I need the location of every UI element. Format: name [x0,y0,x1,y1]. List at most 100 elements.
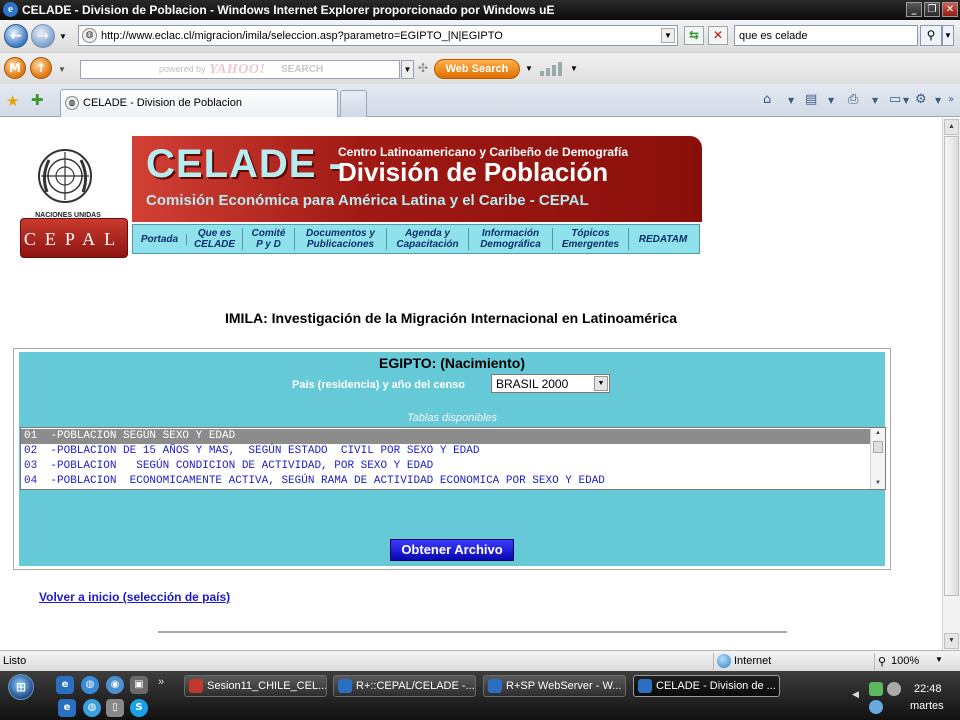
nav-que-es-celade[interactable]: Que es CELADE [187,228,243,250]
nav-comite[interactable]: Comité P y D [243,228,295,250]
yahoo-toolbar: M ↑ ▼ powered by YAHOO! SEARCH ▼ ✣ Web S… [0,52,960,84]
browser-quicklaunch-icon[interactable]: ◍ [81,676,99,694]
search-provider-dropdown-icon[interactable]: ▼ [942,25,954,46]
search-input[interactable]: que es celade [734,25,918,46]
list-item[interactable]: 02 -POBLACION DE 15 AÑOS Y MAS, SEGÚN ES… [21,444,870,459]
ie-icon [338,679,352,693]
feeds-dropdown-icon[interactable]: ▼ [828,96,834,105]
selection-panel-body: EGIPTO: (Nacimiento) País (residencia) y… [19,352,886,566]
page-scrollbar[interactable]: ▲ ▼ [942,118,960,650]
ie-tray-launch-icon[interactable]: e [58,699,76,717]
feeds-icon[interactable]: ▤ [805,92,817,107]
search-button[interactable]: ⚲ [920,25,942,46]
address-url[interactable]: http://www.eclac.cl/migracion/imila/sele… [101,30,503,42]
taskbar-item-rsp-webserver[interactable]: R+SP WebServer - W... [483,675,626,697]
scroll-down-icon[interactable]: ▼ [871,478,885,489]
print-dropdown-icon[interactable]: ▼ [872,96,878,105]
connection-icon[interactable] [869,700,883,714]
bars-dropdown-icon[interactable]: ▼ [570,64,578,73]
list-scrollbar[interactable]: ▲ ▼ [870,428,885,489]
print-icon[interactable]: ⎙ [848,92,858,107]
list-scroll-thumb[interactable] [873,441,883,453]
zoom-magnifier-icon: ⚲ [878,656,887,668]
page-menu-icon[interactable]: ▭ [889,92,901,107]
address-dropdown-icon[interactable]: ▼ [661,28,675,43]
banner-cepal-line: Comisión Económica para América Latina y… [146,192,589,209]
messenger-icon[interactable]: M [4,57,26,79]
chevron-down-icon[interactable]: ▼ [594,376,608,391]
start-button[interactable]: ⊞ [8,674,34,700]
favorites-star-icon[interactable]: ★ [6,92,19,110]
tools-dropdown-icon[interactable]: ▼ [935,96,941,105]
close-button[interactable]: ✕ [942,2,958,17]
un-emblem-icon [38,149,92,203]
network-icon[interactable] [869,682,883,696]
tables-listbox[interactable]: 01 -POBLACION SEGÚN SEXO Y EDAD 02 -POBL… [20,427,886,490]
list-item[interactable]: 01 -POBLACION SEGÚN SEXO Y EDAD [21,429,870,444]
minimize-icon: _ [911,4,917,15]
list-item[interactable]: 04 -POBLACION ECONOMICAMENTE ACTIVA, SEG… [21,474,870,489]
signal-bars-icon[interactable] [540,62,570,76]
media-quicklaunch-icon[interactable]: ◉ [106,676,124,694]
yahoo-menu-dropdown-icon[interactable]: ▼ [58,65,66,74]
nav-portada[interactable]: Portada [133,233,187,245]
page-favicon-icon: ◍ [82,28,97,43]
volume-icon[interactable] [887,682,901,696]
search-input-value[interactable]: que es celade [739,30,808,42]
ie-quicklaunch-icon[interactable]: e [56,676,74,694]
back-button[interactable]: ← [4,24,28,48]
page-title: IMILA: Investigación de la Migración Int… [225,310,677,326]
cepal-logo[interactable]: CEPAL [20,218,128,258]
yahoo-powered-by: powered by [159,64,206,74]
taskbar-item-sesion11[interactable]: Sesion11_CHILE_CEL... [184,675,327,697]
list-item[interactable]: 03 -POBLACION SEGÚN CONDICION DE ACTIVID… [21,459,870,474]
stop-button[interactable]: ✕ [708,26,728,45]
nav-agenda[interactable]: Agenda y Capacitación [387,228,469,250]
toolbar-overflow-icon[interactable]: » [948,94,954,105]
zoom-control[interactable]: ⚲ 100% ▼ [874,653,958,670]
nav-redatam[interactable]: REDATAM [629,234,697,245]
scroll-down-icon[interactable]: ▼ [944,633,959,649]
scroll-thumb[interactable] [944,136,959,596]
forward-button[interactable]: → [31,24,55,48]
tools-gear-icon[interactable]: ⚙ [915,92,927,107]
census-select[interactable]: BRASIL 2000 ▼ [491,374,610,393]
obtain-file-button[interactable]: Obtener Archivo [390,539,514,561]
back-to-start-link[interactable]: Volver a inicio (selección de país) [39,590,230,604]
logo-block: NACIONES UNIDAS CEPAL [4,140,132,258]
tab-celade[interactable]: ◍ CELADE - Division de Poblacion [60,89,338,117]
browser-window: e CELADE - Division de Poblacion - Windo… [0,0,960,720]
add-favorite-icon[interactable]: ✚ [31,91,44,109]
address-field[interactable]: ◍ http://www.eclac.cl/migracion/imila/se… [78,25,678,46]
scroll-up-icon[interactable]: ▲ [944,119,959,135]
taskbar-item-rcepal[interactable]: R+::CEPAL/CELADE -... [333,675,476,697]
scroll-up-icon[interactable]: ▲ [871,428,885,439]
device-launch-icon[interactable]: ▯ [106,699,124,717]
security-zone[interactable]: Internet [713,653,873,670]
refresh-button[interactable]: ⇆ [684,26,704,45]
zoom-dropdown-icon[interactable]: ▼ [935,655,943,664]
skype-icon[interactable]: S [130,699,148,717]
nav-informacion[interactable]: Información Demográfica [469,228,553,250]
tray-expand-icon[interactable]: ◀ [852,689,859,700]
web-search-button[interactable]: Web Search [434,59,520,79]
home-dropdown-icon[interactable]: ▼ [788,96,794,105]
page-dropdown-icon[interactable]: ▼ [903,96,909,105]
yahoo-search-input[interactable]: powered by YAHOO! SEARCH [80,60,400,79]
nav-documentos[interactable]: Documentos y Publicaciones [295,228,387,250]
home-icon[interactable]: ⌂ [763,92,771,107]
nav-topicos[interactable]: Tópicos Emergentes [553,228,629,250]
history-dropdown-icon[interactable]: ▼ [59,32,67,41]
restore-button[interactable]: ❐ [924,2,940,17]
desktop-quicklaunch-icon[interactable]: ▣ [130,676,148,694]
yahoo-search-dropdown-icon[interactable]: ▼ [401,60,414,79]
minimize-button[interactable]: _ [906,2,922,17]
quicklaunch-overflow-icon[interactable]: » [158,676,164,688]
taskbar-item-celade[interactable]: CELADE - Division de ... [633,675,780,697]
clock-time[interactable]: 22:48 [914,683,942,695]
new-tab-button[interactable] [340,90,367,117]
globe-icon [717,654,731,668]
web-search-dropdown-icon[interactable]: ▼ [525,64,533,73]
yahoo-up-icon[interactable]: ↑ [30,57,52,79]
globe-launch-icon[interactable]: ◍ [83,699,101,717]
